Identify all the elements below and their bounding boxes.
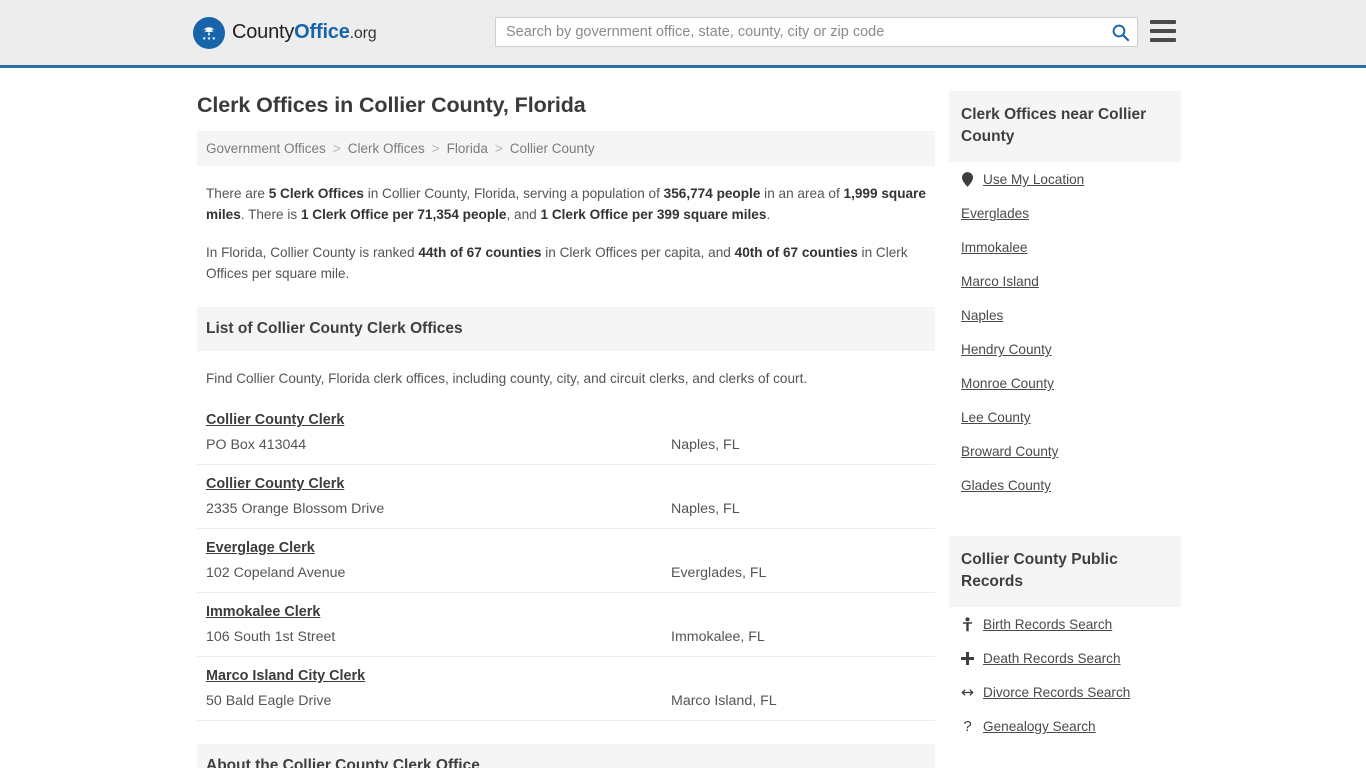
- table-row: Marco Island City Clerk 50 Bald Eagle Dr…: [197, 657, 935, 721]
- sidebar-link-label[interactable]: Marco Island: [961, 274, 1039, 289]
- intro-statistics: There are 5 Clerk Offices in Collier Cou…: [197, 183, 935, 284]
- office-detail-line: 2335 Orange Blossom Drive Naples, FL: [206, 501, 926, 517]
- office-name-link[interactable]: Collier County Clerk: [206, 412, 344, 428]
- split-arrows-icon: [961, 687, 974, 698]
- breadcrumb-separator: >: [494, 141, 503, 156]
- office-detail-line: PO Box 413044 Naples, FL: [206, 437, 926, 453]
- office-name-link[interactable]: Everglage Clerk: [206, 540, 315, 556]
- sidebar-public-records-heading: Collier County Public Records: [949, 536, 1181, 607]
- sidebar-item-genealogy-search[interactable]: ? Genealogy Search: [961, 709, 1169, 743]
- office-name-link[interactable]: Marco Island City Clerk: [206, 668, 365, 684]
- search-button[interactable]: [1103, 18, 1137, 46]
- office-address: 50 Bald Eagle Drive: [206, 693, 332, 709]
- hamburger-bar: [1150, 38, 1176, 42]
- breadcrumb-item-florida[interactable]: Florida: [447, 141, 488, 156]
- sidebar-item-broward-county[interactable]: Broward County: [961, 434, 1169, 468]
- sidebar-public-records-links: Birth Records Search Death Records Searc…: [949, 607, 1181, 743]
- breadcrumb: Government Offices > Clerk Offices > Flo…: [197, 131, 935, 166]
- sidebar-item-lee-county[interactable]: Lee County: [961, 400, 1169, 434]
- office-address: 102 Copeland Avenue: [206, 565, 346, 581]
- statistics-paragraph: There are 5 Clerk Offices in Collier Cou…: [206, 186, 926, 222]
- eagle-seal-icon: [193, 16, 225, 49]
- question-mark-icon: ?: [963, 718, 972, 735]
- table-row: Immokalee Clerk 106 South 1st Street Imm…: [197, 593, 935, 657]
- table-row: Everglage Clerk 102 Copeland Avenue Ever…: [197, 529, 935, 593]
- ranking-paragraph: In Florida, Collier County is ranked 44t…: [206, 245, 908, 281]
- map-pin-icon: [961, 172, 974, 187]
- office-city: Naples, FL: [671, 437, 740, 453]
- sidebar-link-label[interactable]: Immokalee: [961, 240, 1027, 255]
- sidebar-item-glades-county[interactable]: Glades County: [961, 468, 1169, 502]
- office-city: Naples, FL: [671, 501, 740, 517]
- site-header: CountyOffice.org: [0, 0, 1366, 68]
- main-content: Clerk Offices in Collier County, Florida…: [197, 68, 935, 768]
- list-section-heading: List of Collier County Clerk Offices: [197, 307, 935, 351]
- office-detail-line: 50 Bald Eagle Drive Marco Island, FL: [206, 693, 926, 709]
- list-section-subtext: Find Collier County, Florida clerk offic…: [206, 371, 808, 386]
- sidebar-item-everglades[interactable]: Everglades: [961, 196, 1169, 230]
- table-row: Collier County Clerk PO Box 413044 Naple…: [197, 401, 935, 465]
- sidebar-item-divorce-records-search[interactable]: Divorce Records Search: [961, 675, 1169, 709]
- sidebar-nearby-heading: Clerk Offices near Collier County: [949, 91, 1181, 162]
- sidebar-nearby-links: Use My Location Everglades Immokalee Mar…: [949, 162, 1181, 502]
- sidebar-link-label[interactable]: Death Records Search: [983, 651, 1121, 666]
- page-body: Clerk Offices in Collier County, Florida…: [0, 68, 1366, 768]
- office-name-link[interactable]: Collier County Clerk: [206, 476, 344, 492]
- sidebar-link-label[interactable]: Hendry County: [961, 342, 1052, 357]
- hamburger-menu-icon[interactable]: [1150, 20, 1176, 42]
- logo-text-org: .org: [349, 25, 377, 42]
- breadcrumb-separator: >: [332, 141, 341, 156]
- sidebar-link-label[interactable]: Glades County: [961, 478, 1051, 493]
- hamburger-bar: [1150, 20, 1176, 24]
- logo-wordmark: CountyOffice.org: [232, 21, 377, 44]
- office-city: Immokalee, FL: [671, 629, 765, 645]
- sidebar-link-label[interactable]: Monroe County: [961, 376, 1054, 391]
- sidebar-item-marco-island[interactable]: Marco Island: [961, 264, 1169, 298]
- sidebar-item-immokalee[interactable]: Immokalee: [961, 230, 1169, 264]
- office-detail-line: 106 South 1st Street Immokalee, FL: [206, 629, 926, 645]
- sidebar-item-use-my-location[interactable]: Use My Location: [961, 162, 1169, 196]
- sidebar-link-label[interactable]: Lee County: [961, 410, 1031, 425]
- office-address: 106 South 1st Street: [206, 629, 336, 645]
- sidebar-link-label[interactable]: Everglades: [961, 206, 1029, 221]
- page-title: Clerk Offices in Collier County, Florida: [197, 93, 586, 117]
- table-row: Collier County Clerk 2335 Orange Blossom…: [197, 465, 935, 529]
- sidebar-item-hendry-county[interactable]: Hendry County: [961, 332, 1169, 366]
- breadcrumb-item-collier-county[interactable]: Collier County: [510, 141, 595, 156]
- sidebar-item-death-records-search[interactable]: Death Records Search: [961, 641, 1169, 675]
- site-logo[interactable]: CountyOffice.org: [193, 16, 377, 49]
- sidebar-item-birth-records-search[interactable]: Birth Records Search: [961, 607, 1169, 641]
- sidebar-link-label[interactable]: Broward County: [961, 444, 1058, 459]
- office-address: PO Box 413044: [206, 437, 307, 453]
- office-city: Everglades, FL: [671, 565, 767, 581]
- sidebar: Clerk Offices near Collier County Use My…: [949, 68, 1181, 768]
- cross-icon: [961, 652, 974, 665]
- office-address: 2335 Orange Blossom Drive: [206, 501, 385, 517]
- breadcrumb-item-government-offices[interactable]: Government Offices: [206, 141, 326, 156]
- search-input[interactable]: [496, 24, 1103, 40]
- sidebar-link-label[interactable]: Naples: [961, 308, 1003, 323]
- breadcrumb-separator: >: [431, 141, 440, 156]
- office-detail-line: 102 Copeland Avenue Everglades, FL: [206, 565, 926, 581]
- sidebar-link-label[interactable]: Use My Location: [983, 172, 1084, 187]
- search-icon: [1112, 24, 1129, 41]
- sidebar-link-label[interactable]: Divorce Records Search: [983, 685, 1130, 700]
- search-bar: [495, 17, 1138, 47]
- office-city: Marco Island, FL: [671, 693, 777, 709]
- logo-text-office: Office: [294, 21, 350, 43]
- sidebar-link-label[interactable]: Genealogy Search: [983, 719, 1096, 734]
- sidebar-item-naples[interactable]: Naples: [961, 298, 1169, 332]
- about-section-heading: About the Collier County Clerk Office: [197, 744, 935, 768]
- hamburger-bar: [1150, 29, 1176, 33]
- breadcrumb-item-clerk-offices[interactable]: Clerk Offices: [348, 141, 425, 156]
- baby-icon: [961, 617, 974, 632]
- office-name-link[interactable]: Immokalee Clerk: [206, 604, 320, 620]
- clerk-office-list: Collier County Clerk PO Box 413044 Naple…: [197, 401, 935, 721]
- sidebar-link-label[interactable]: Birth Records Search: [983, 617, 1112, 632]
- logo-text-county: County: [232, 21, 295, 43]
- sidebar-item-monroe-county[interactable]: Monroe County: [961, 366, 1169, 400]
